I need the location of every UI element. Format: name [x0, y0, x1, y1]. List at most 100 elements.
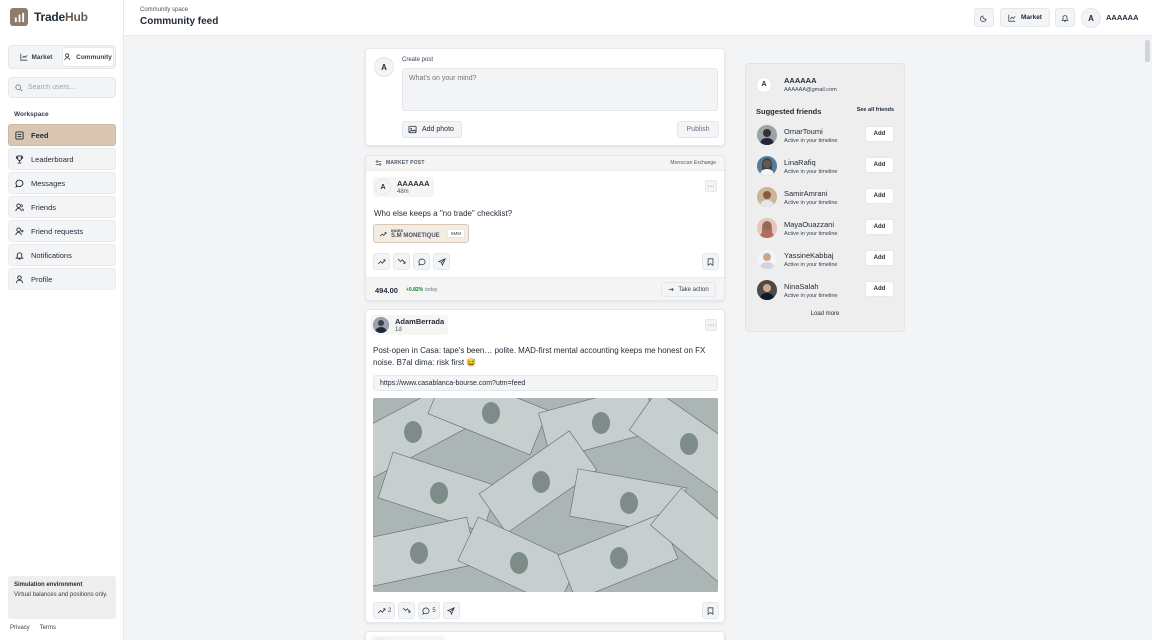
- author-avatar: A: [375, 179, 391, 195]
- post-link[interactable]: https://www.casablanca-bourse.com?utm=fe…: [373, 375, 718, 391]
- nav-item-friend-requests[interactable]: Friend requests: [8, 220, 116, 242]
- privacy-link[interactable]: Privacy: [10, 625, 30, 631]
- add-photo-button[interactable]: Add photo: [402, 121, 462, 138]
- nav-item-friends[interactable]: Friends: [8, 196, 116, 218]
- friend-suggestion[interactable]: YassineKabbaj Active in your timeline: [757, 249, 838, 269]
- price-change: +0.82% today: [406, 287, 437, 293]
- segment-market[interactable]: Market: [11, 48, 61, 66]
- segment-label: Community: [76, 53, 112, 61]
- friend-status: Active in your timeline: [784, 168, 838, 175]
- trend-up-icon: [377, 258, 386, 265]
- bookmark-button[interactable]: [702, 253, 719, 270]
- image-icon: [408, 125, 417, 134]
- nav-label: Friends: [31, 202, 57, 212]
- search-input[interactable]: [28, 84, 112, 91]
- friend-avatar: [757, 156, 777, 176]
- post-card: AdamBerrada 1d ··· Post-open in Casa: ta…: [365, 309, 725, 623]
- bearish-button[interactable]: [393, 253, 410, 270]
- more-options-button[interactable]: ···: [705, 319, 717, 331]
- add-friend-button[interactable]: Add: [865, 188, 894, 204]
- friend-avatar: [757, 249, 777, 269]
- nav-label: Messages: [31, 178, 66, 188]
- message-icon: [15, 179, 24, 188]
- exchange-label: Moroccan Exchange: [670, 160, 716, 166]
- theme-toggle-button[interactable]: [974, 8, 994, 27]
- friend-suggestion[interactable]: SamirAmrani Active in your timeline: [757, 187, 838, 207]
- ellipsis-icon: ···: [707, 321, 715, 329]
- nav-label: Profile: [31, 274, 53, 284]
- add-friend-button[interactable]: Add: [865, 250, 894, 266]
- header-avatar[interactable]: A: [1081, 8, 1101, 28]
- nav-item-leaderboard[interactable]: Leaderboard: [8, 148, 116, 170]
- terms-link[interactable]: Terms: [40, 625, 56, 631]
- trend-down-icon: [402, 607, 411, 614]
- bullish-button[interactable]: 2: [373, 602, 396, 619]
- bearish-button[interactable]: [398, 602, 416, 619]
- brand-name: TradeHub: [34, 10, 88, 24]
- simulation-notice: Simulation environment Virtual balances …: [8, 576, 116, 619]
- post-text: Post-open in Casa: tape's been… polite. …: [373, 346, 706, 368]
- post-image[interactable]: [373, 398, 718, 592]
- comment-button[interactable]: 5: [418, 602, 440, 619]
- like-count: 2: [388, 607, 392, 614]
- load-more-button[interactable]: Load more: [746, 311, 904, 317]
- index-chip[interactable]: INDEX S.M MONETIQUE 5MM: [373, 224, 469, 243]
- market-button[interactable]: Market: [1000, 8, 1050, 27]
- users-icon: [15, 202, 24, 212]
- post-actions: [373, 253, 450, 270]
- page-scrollbar[interactable]: [1145, 40, 1150, 62]
- footer-links: Privacy Terms: [10, 625, 56, 631]
- bookmark-button[interactable]: [702, 602, 719, 619]
- nav-item-messages[interactable]: Messages: [8, 172, 116, 194]
- friend-suggestion[interactable]: NinaSalah Active in your timeline: [757, 280, 838, 300]
- see-all-friends-link[interactable]: See all friends: [857, 107, 894, 113]
- market-label: Market: [1021, 14, 1042, 21]
- market-post-tag: MARKET POST: [375, 160, 425, 166]
- header-user-name[interactable]: AAAAAA: [1106, 13, 1139, 22]
- logo[interactable]: TradeHub: [10, 8, 88, 26]
- friend-suggestion[interactable]: OmarToumi Active in your timeline: [757, 125, 838, 145]
- add-friend-button[interactable]: Add: [865, 157, 894, 173]
- tag-label: MARKET POST: [386, 160, 425, 166]
- more-options-button[interactable]: ···: [705, 180, 717, 192]
- current-user-name: AAAAAA: [784, 76, 817, 85]
- post-author[interactable]: [371, 636, 445, 640]
- post-author[interactable]: AdamBerrada 1d: [371, 315, 449, 335]
- sidebar-nav: Feed Leaderboard Messages Friends Friend…: [8, 124, 116, 290]
- take-action-button[interactable]: Take action: [661, 282, 716, 297]
- share-button[interactable]: [433, 253, 450, 270]
- chart-icon: [19, 53, 28, 61]
- ellipsis-icon: ···: [707, 182, 715, 190]
- add-friend-button[interactable]: Add: [865, 281, 894, 297]
- current-user[interactable]: A AAAAAA AAAAAA@gmail.com: [756, 76, 837, 93]
- share-button[interactable]: [442, 602, 460, 619]
- friend-suggestion[interactable]: LinaRafiq Active in your timeline: [757, 156, 838, 176]
- send-icon: [447, 606, 456, 615]
- chart-logo-icon: [10, 8, 28, 26]
- friend-suggestion[interactable]: MayaOuazzani Active in your timeline: [757, 218, 838, 238]
- publish-button[interactable]: Publish: [677, 121, 719, 138]
- post-textarea[interactable]: [402, 68, 718, 111]
- post-actions: 2 5: [373, 602, 460, 619]
- friend-avatar: [757, 125, 777, 145]
- chart-icon: [1008, 14, 1016, 22]
- nav-label: Notifications: [31, 250, 72, 260]
- add-friend-button[interactable]: Add: [865, 219, 894, 235]
- nav-item-feed[interactable]: Feed: [8, 124, 116, 146]
- friend-status: Active in your timeline: [784, 137, 838, 144]
- nav-item-notifications[interactable]: Notifications: [8, 244, 116, 266]
- bell-icon: [1061, 14, 1069, 22]
- segment-community[interactable]: Community: [63, 48, 113, 66]
- create-post-card: A Create post Add photo Publish: [365, 48, 725, 146]
- sliders-icon: [375, 160, 382, 166]
- arrow-right-icon: [668, 287, 675, 292]
- post-time: 48m: [397, 189, 409, 195]
- post-author[interactable]: A AAAAAA 48m: [373, 177, 434, 197]
- nav-item-profile[interactable]: Profile: [8, 268, 116, 290]
- users-icon: [64, 53, 72, 61]
- comment-button[interactable]: [413, 253, 430, 270]
- market-post-card: MARKET POST Moroccan Exchange A AAAAAA 4…: [365, 155, 725, 301]
- add-friend-button[interactable]: Add: [865, 126, 894, 142]
- bullish-button[interactable]: [373, 253, 390, 270]
- notifications-button[interactable]: [1055, 8, 1075, 27]
